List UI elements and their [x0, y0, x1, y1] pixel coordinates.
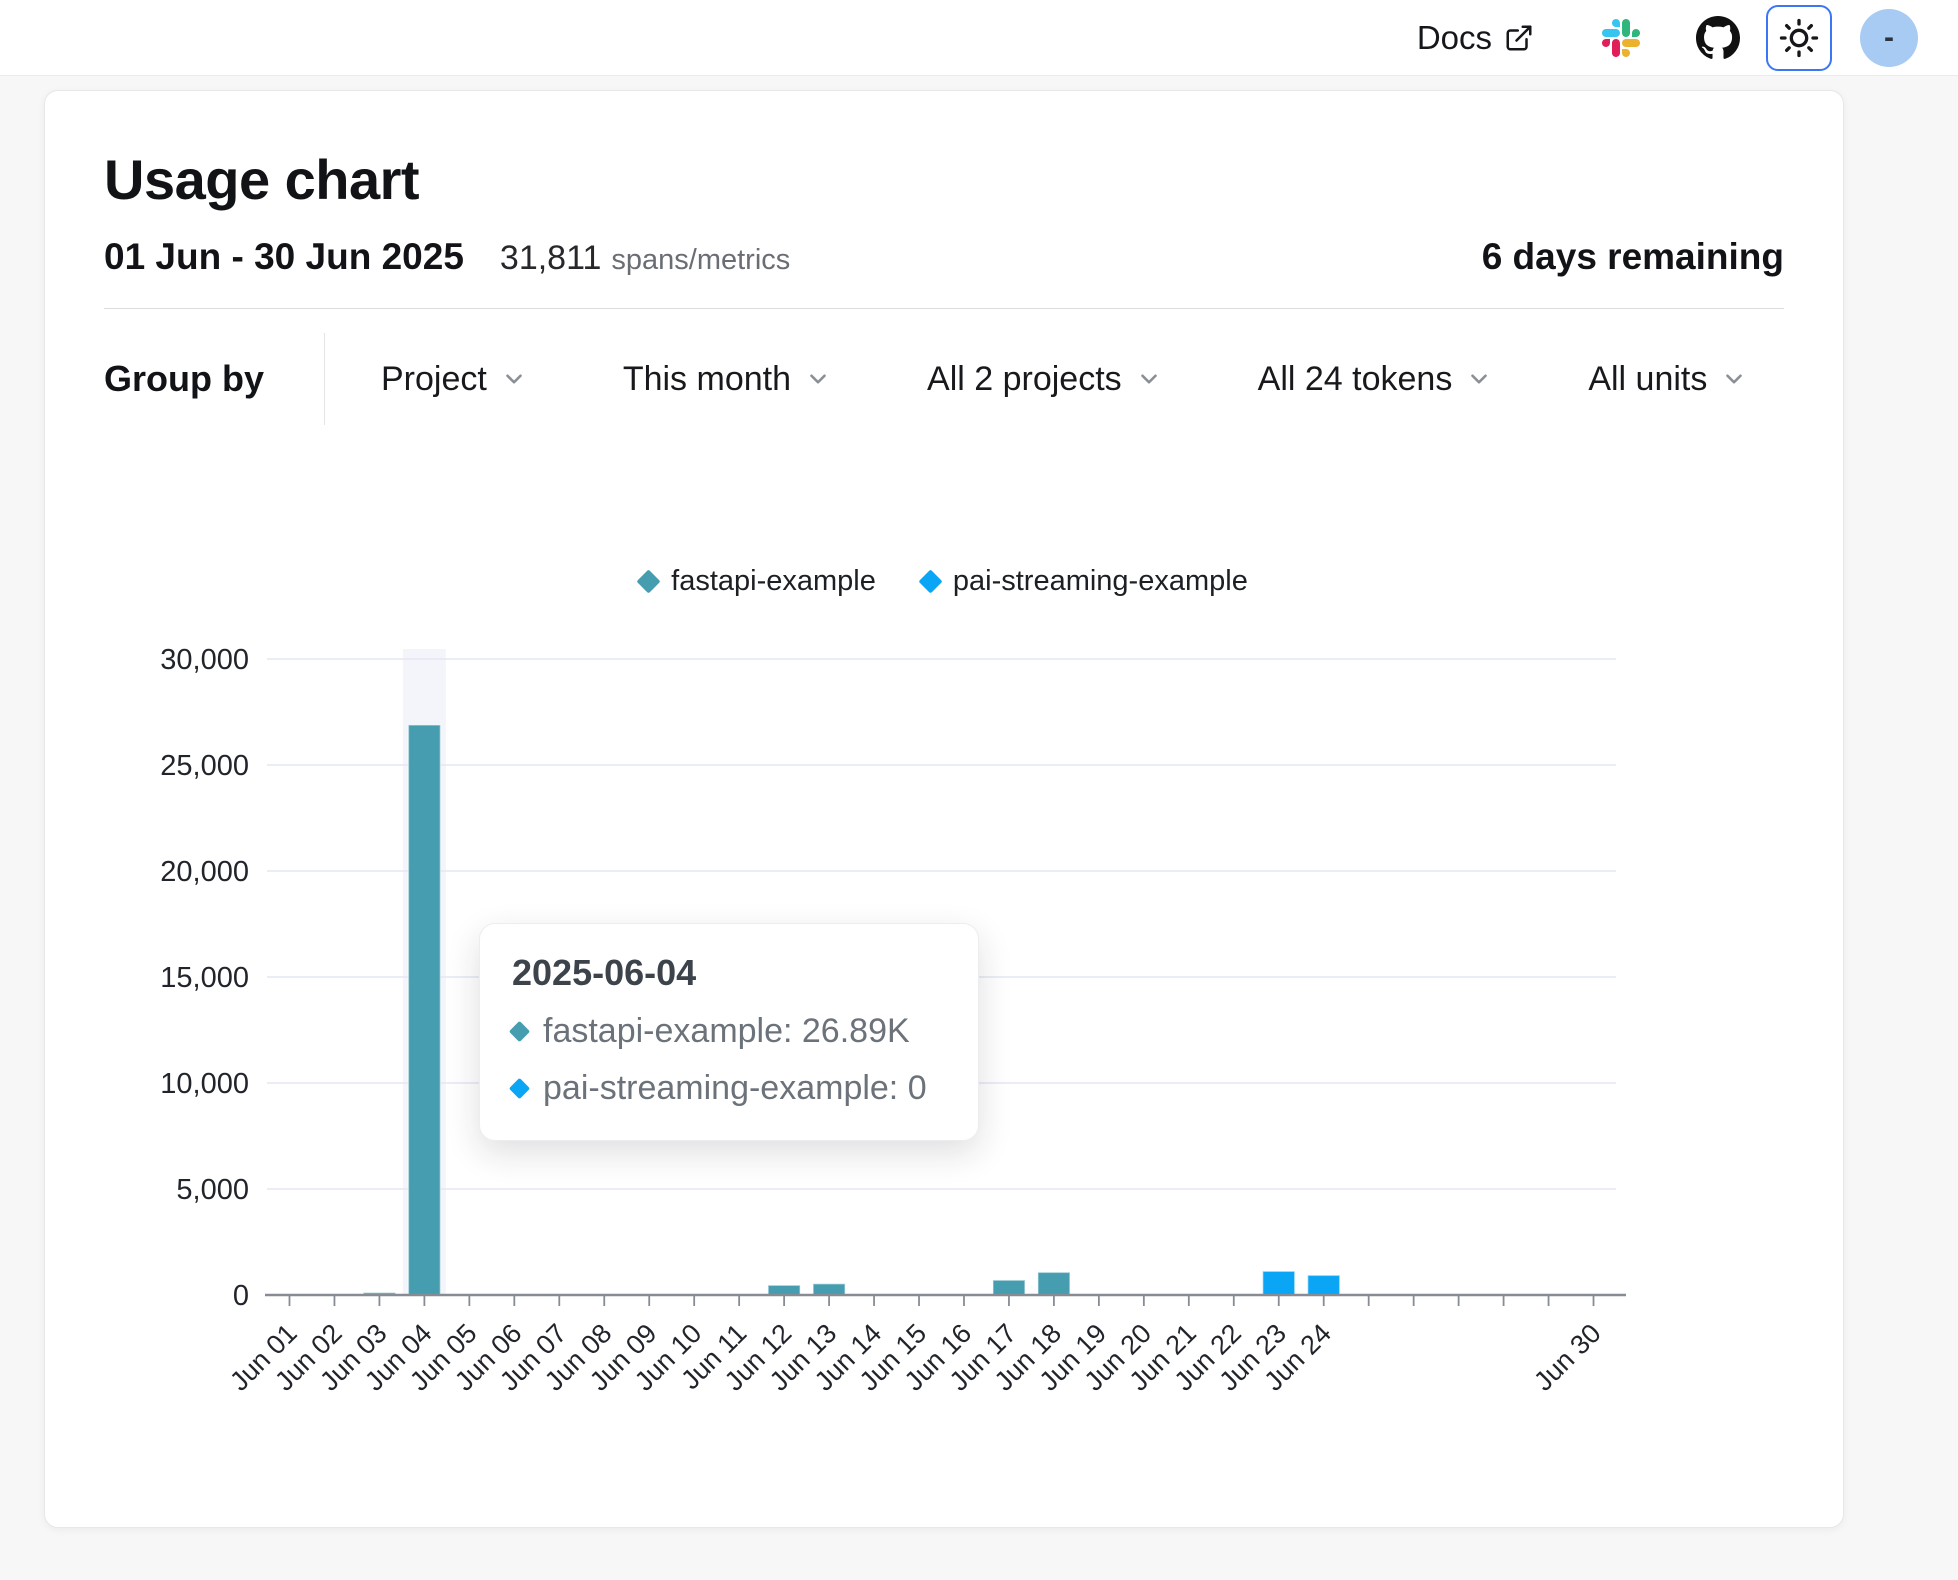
bar-jun-04-fastapi-example[interactable] [408, 725, 440, 1295]
legend-label: fastapi-example [671, 565, 876, 598]
github-icon[interactable] [1696, 16, 1740, 60]
y-axis-tick-label: 20,000 [160, 856, 249, 888]
total-unit: spans/metrics [611, 244, 790, 277]
x-axis-tick-label: Jun 30 [1528, 1318, 1607, 1397]
period-value: This month [623, 360, 791, 399]
tooltip-row-text: fastapi-example: 26.89K [543, 1012, 910, 1051]
chart-tooltip: 2025-06-04 fastapi-example: 26.89K pai-s… [479, 923, 979, 1141]
bar-jun-24-pai-streaming-example[interactable] [1308, 1275, 1340, 1295]
legend-diamond-icon [637, 569, 661, 593]
chevron-down-icon [1136, 366, 1162, 392]
y-axis-tick-label: 25,000 [160, 750, 249, 782]
legend-item-pai-streaming: pai-streaming-example [922, 565, 1248, 598]
total-count: 31,811 [500, 239, 601, 278]
tooltip-row: fastapi-example: 26.89K [512, 1012, 946, 1051]
slack-icon[interactable] [1602, 19, 1640, 57]
tokens-dropdown[interactable]: All 24 tokens [1258, 360, 1493, 399]
chevron-down-icon [1721, 366, 1747, 392]
page-title: Usage chart [104, 147, 1784, 212]
chart-legend: fastapi-example pai-streaming-example [104, 565, 1784, 598]
date-range: 01 Jun - 30 Jun 2025 [104, 236, 464, 278]
topbar: Docs - [0, 0, 1958, 76]
bar-jun-13-fastapi-example[interactable] [813, 1284, 845, 1295]
group-by-label: Group by [104, 358, 264, 400]
chevron-down-icon [501, 366, 527, 392]
bar-jun-23-pai-streaming-example[interactable] [1263, 1271, 1295, 1295]
bar-jun-12-fastapi-example[interactable] [768, 1285, 800, 1295]
avatar-label: - [1884, 21, 1894, 55]
projects-value: All 2 projects [927, 360, 1122, 399]
group-by-dropdown[interactable]: Project [381, 360, 527, 399]
sun-icon [1779, 18, 1819, 58]
tooltip-diamond-icon [509, 1021, 530, 1042]
tooltip-diamond-icon [509, 1078, 530, 1099]
usage-meta-row: 01 Jun - 30 Jun 2025 31,811 spans/metric… [104, 236, 1784, 278]
chevron-down-icon [805, 366, 831, 392]
tooltip-row-text: pai-streaming-example: 0 [543, 1069, 927, 1108]
projects-dropdown[interactable]: All 2 projects [927, 360, 1162, 399]
theme-toggle-button[interactable] [1766, 5, 1832, 71]
y-axis-tick-label: 15,000 [160, 962, 249, 994]
y-axis-tick-label: 30,000 [160, 644, 249, 676]
units-dropdown[interactable]: All units [1588, 360, 1747, 399]
days-remaining: 6 days remaining [1482, 236, 1784, 278]
tooltip-row: pai-streaming-example: 0 [512, 1069, 946, 1108]
divider [104, 308, 1784, 309]
period-dropdown[interactable]: This month [623, 360, 831, 399]
y-axis-tick-label: 10,000 [160, 1068, 249, 1100]
legend-label: pai-streaming-example [953, 565, 1248, 598]
external-link-icon [1504, 23, 1534, 53]
y-axis-tick-label: 5,000 [176, 1174, 249, 1206]
avatar[interactable]: - [1860, 9, 1918, 67]
bar-jun-18-fastapi-example[interactable] [1038, 1272, 1070, 1295]
usage-card: Usage chart 01 Jun - 30 Jun 2025 31,811 … [44, 90, 1844, 1528]
y-axis-tick-label: 0 [233, 1280, 249, 1312]
tooltip-date: 2025-06-04 [512, 952, 946, 994]
group-by-value: Project [381, 360, 487, 399]
chevron-down-icon [1466, 366, 1492, 392]
legend-diamond-icon [918, 569, 942, 593]
tokens-value: All 24 tokens [1258, 360, 1453, 399]
vertical-divider [324, 333, 325, 425]
filter-bar: Group by Project This month All 2 projec… [104, 333, 1784, 425]
docs-link-label: Docs [1417, 19, 1492, 57]
units-value: All units [1588, 360, 1707, 399]
bar-jun-17-fastapi-example[interactable] [993, 1280, 1025, 1295]
docs-link[interactable]: Docs [1417, 19, 1534, 57]
legend-item-fastapi: fastapi-example [640, 565, 876, 598]
